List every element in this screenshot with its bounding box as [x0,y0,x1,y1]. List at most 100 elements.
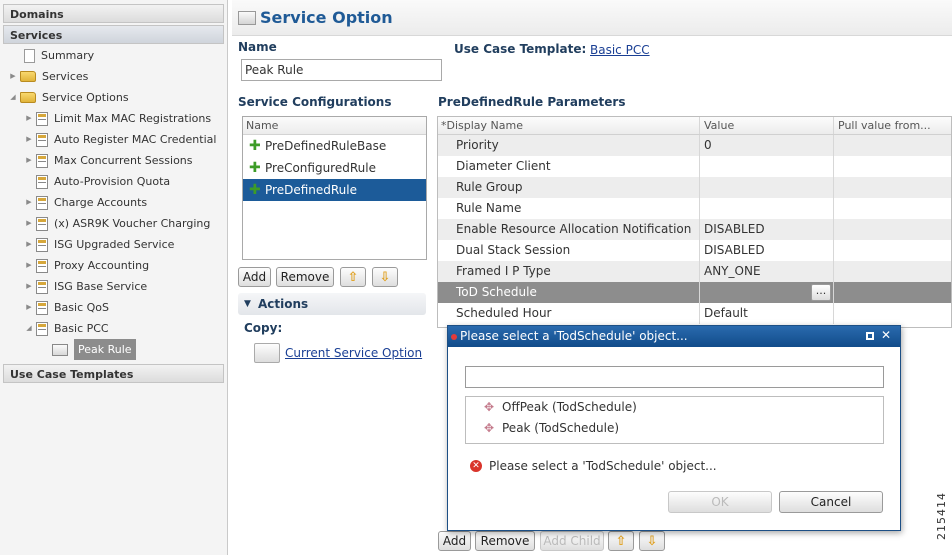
collapse-icon[interactable]: ◢ [24,318,34,339]
domains-accordion[interactable]: Domains [3,4,224,23]
config-item-predefinedrule[interactable]: ✚ PreDefinedRule [243,179,426,201]
document-icon [24,48,35,63]
navigation-panel: Domains Services Summary ▶ Services ◢ Se… [0,0,228,555]
tree-item-isg-upgraded[interactable]: ▶ ISG Upgraded Service [24,234,174,255]
parameters-table: *Display Name Value Pull value from... P… [437,116,952,328]
editor-header: Service Option [232,0,952,36]
expand-icon[interactable]: ▶ [8,66,18,87]
add-child-button[interactable]: Add Child [540,531,604,551]
copy-service-option-icon[interactable] [254,343,280,363]
expand-icon[interactable]: ▶ [24,276,34,297]
plus-icon: ✚ [249,182,261,198]
expand-icon[interactable]: ▶ [24,234,34,255]
expand-icon[interactable]: ▶ [24,297,34,318]
service-option-icon [36,174,48,189]
tree-item-isg-base[interactable]: ▶ ISG Base Service [24,276,147,297]
name-input[interactable]: Peak Rule [241,59,442,81]
actions-section-header[interactable]: ▼ Actions [238,293,426,315]
dialog-title-bar[interactable]: Please select a 'TodSchedule' object... … [448,326,900,347]
tree-item-charge-accounts[interactable]: ▶ Charge Accounts [24,192,147,213]
arrow-up-icon: ⇧ [347,270,359,285]
tree-item-auto-provision-quota[interactable]: Auto-Provision Quota [24,171,170,192]
tree-item-basic-pcc[interactable]: ◢ Basic PCC [24,318,109,339]
plus-icon: ✚ [249,160,261,176]
service-option-icon [36,300,48,315]
column-value[interactable]: Value [700,117,834,134]
name-label: Name [238,40,277,54]
service-option-icon [36,132,48,147]
table-row[interactable]: Rule Group [438,177,951,198]
select-todschedule-dialog: Please select a 'TodSchedule' object... … [447,325,901,531]
tree-item-services[interactable]: ▶ Services [8,66,88,87]
use-case-template-link[interactable]: Basic PCC [590,43,650,57]
table-row[interactable]: Priority 0 [438,135,951,156]
table-row-selected[interactable]: ToD Schedule ... [438,282,951,303]
maximize-button[interactable] [863,329,877,343]
browse-button[interactable]: ... [811,284,831,301]
remove-parameter-button[interactable]: Remove [475,531,535,551]
service-option-icon [36,237,48,252]
service-option-icon [36,279,48,294]
tree-item-proxy-accounting[interactable]: ▶ Proxy Accounting [24,255,149,276]
todschedule-list[interactable]: ✥ OffPeak (TodSchedule) ✥ Peak (TodSchedul… [465,396,884,444]
add-config-button[interactable]: Add [238,267,271,287]
collapse-triangle-icon: ▼ [244,299,251,309]
collapse-icon[interactable]: ◢ [8,87,18,108]
tree-item-max-concurrent-sessions[interactable]: ▶ Max Concurrent Sessions [24,150,193,171]
tree-item-asr9k-voucher[interactable]: ▶ (x) ASR9K Voucher Charging [24,213,210,234]
move-up-button[interactable]: ⇧ [340,267,366,287]
table-row[interactable]: Dual Stack Session DISABLED [438,240,951,261]
use-case-template-label: Use Case Template: [454,42,587,56]
expand-icon[interactable]: ▶ [24,129,34,150]
expand-icon[interactable]: ▶ [24,192,34,213]
remove-config-button[interactable]: Remove [276,267,334,287]
table-row[interactable]: Scheduled Hour Default [438,303,951,324]
filter-input[interactable] [465,366,884,388]
close-button[interactable]: ✕ [879,329,893,343]
current-service-option-link[interactable]: Current Service Option [285,346,422,360]
tree-item-service-options[interactable]: ◢ Service Options [8,87,128,108]
error-icon: ✕ [470,460,482,472]
services-accordion[interactable]: Services [3,25,224,44]
config-item-predefinedrulebase[interactable]: ✚ PreDefinedRuleBase [243,135,426,157]
tree-item-auto-register-mac[interactable]: ▶ Auto Register MAC Credential [24,129,216,150]
add-parameter-button[interactable]: Add [438,531,471,551]
arrow-down-icon: ⇩ [646,534,658,549]
parameter-move-down-button[interactable]: ⇩ [639,531,665,551]
figure-number: 215414 [935,492,948,540]
expand-icon[interactable]: ▶ [24,213,34,234]
cancel-button[interactable]: Cancel [779,491,883,513]
tree-item-basic-qos[interactable]: ▶ Basic QoS [24,297,109,318]
use-case-templates-accordion[interactable]: Use Case Templates [3,364,224,383]
tree-item-summary[interactable]: Summary [12,45,94,66]
plus-icon: ✚ [249,138,261,154]
list-item-offpeak[interactable]: ✥ OffPeak (TodSchedule) [466,397,883,418]
expand-icon[interactable]: ▶ [24,108,34,129]
config-item-preconfiguredrule[interactable]: ✚ PreConfiguredRule [243,157,426,179]
parameters-label: PreDefinedRule Parameters [438,95,626,109]
table-row[interactable]: Framed I P Type ANY_ONE [438,261,951,282]
close-icon: ✕ [880,328,892,342]
expand-icon[interactable]: ▶ [24,150,34,171]
column-display-name[interactable]: *Display Name [438,117,700,134]
column-pull-value[interactable]: Pull value from... [834,117,951,134]
parameter-move-up-button[interactable]: ⇧ [608,531,634,551]
list-item-peak[interactable]: ✥ Peak (TodSchedule) [466,418,883,439]
tree-item-limit-max-mac[interactable]: ▶ Limit Max MAC Registrations [24,108,211,129]
arrow-up-icon: ⇧ [615,534,627,549]
service-option-icon [36,195,48,210]
parameters-table-header: *Display Name Value Pull value from... [438,117,951,135]
move-down-button[interactable]: ⇩ [372,267,398,287]
tree-item-peak-rule[interactable]: Peak Rule [50,339,136,360]
table-row[interactable]: Rule Name [438,198,951,219]
dialog-title: Please select a 'TodSchedule' object... [460,329,688,343]
service-option-icon [238,11,256,25]
table-row[interactable]: Enable Resource Allocation Notification D… [438,219,951,240]
service-configurations-list[interactable]: Name ✚ PreDefinedRuleBase ✚ PreConfiguredR… [242,116,427,260]
expand-icon[interactable]: ▶ [24,255,34,276]
page-title: Service Option [260,8,393,27]
ok-button[interactable]: OK [668,491,772,513]
service-option-icon [36,153,48,168]
table-row[interactable]: Diameter Client [438,156,951,177]
folder-open-icon [20,92,36,103]
